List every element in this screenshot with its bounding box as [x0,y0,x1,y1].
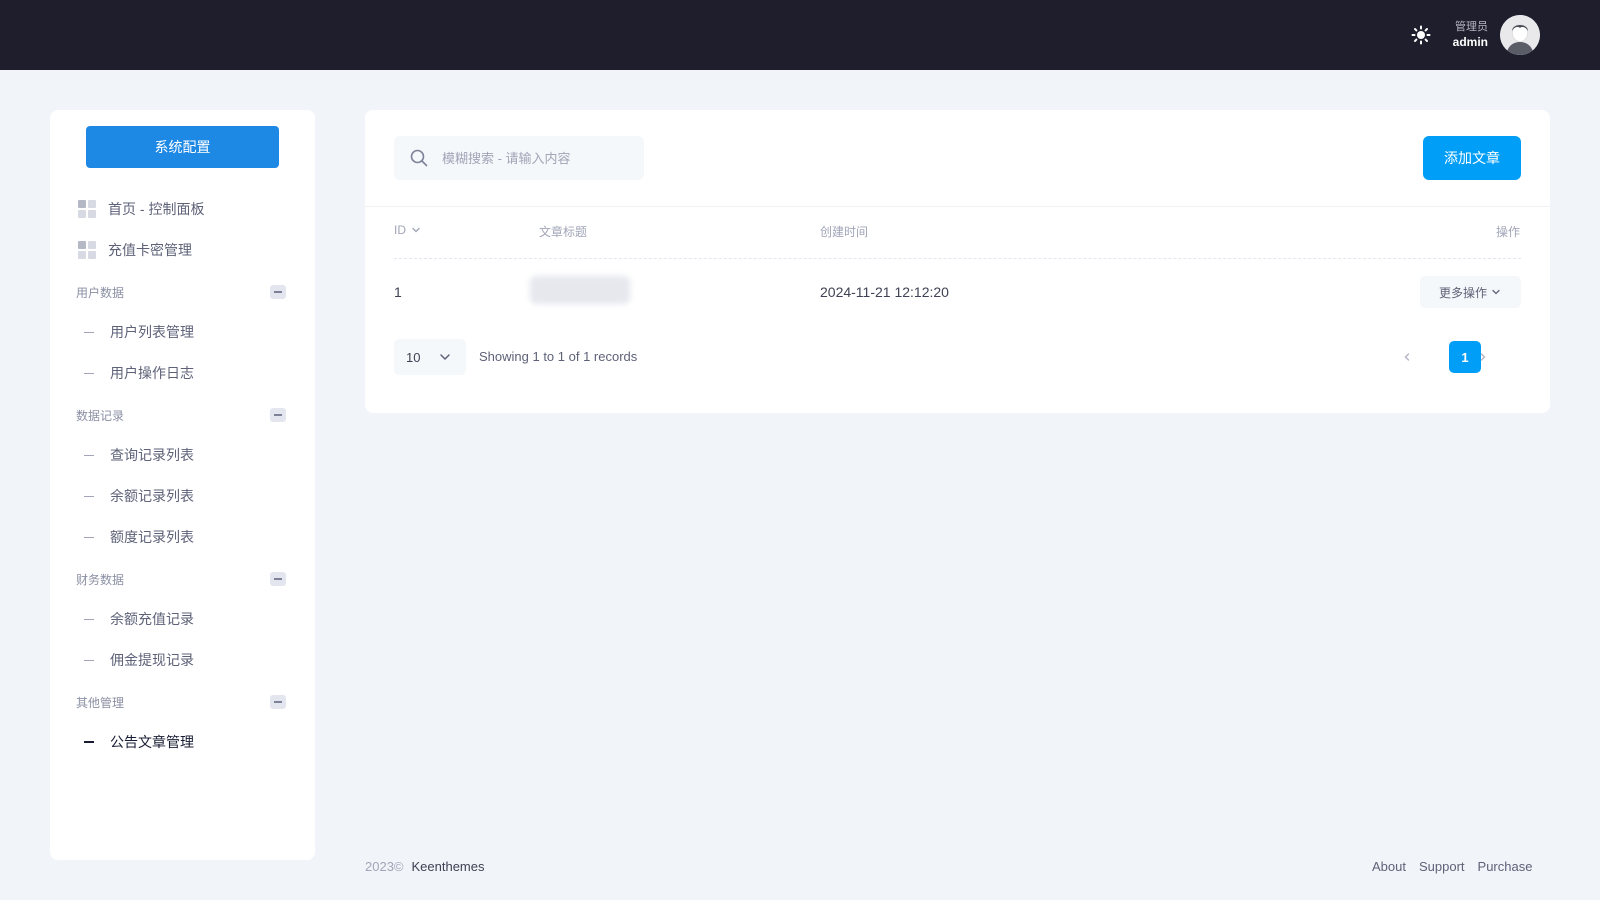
collapse-icon[interactable] [270,408,286,422]
avatar[interactable] [1500,15,1540,55]
dash-icon [84,454,94,456]
sidebar-item-label: 用户列表管理 [110,324,194,340]
collapse-icon[interactable] [270,285,286,299]
top-header: 管理员 admin [0,0,1600,70]
sidebar-item-label: 余额充值记录 [110,611,194,627]
next-page-button[interactable] [1469,341,1497,373]
section-title: 用户数据 [76,285,125,300]
column-header-created: 创建时间 [820,225,869,239]
user-avatar-icon [1500,15,1540,55]
search-icon [410,149,428,167]
add-article-button[interactable]: 添加文章 [1423,136,1521,180]
section-data-records[interactable]: 数据记录 [76,405,286,425]
column-header-actions: 操作 [1496,225,1521,239]
sidebar-item-user-list[interactable]: 用户列表管理 [84,321,194,343]
user-role: 管理员 [1455,21,1488,33]
sidebar-item-withdraw-records[interactable]: 佣金提现记录 [84,649,194,671]
sidebar-item-user-logs[interactable]: 用户操作日志 [84,362,194,384]
sidebar-item-label: 用户操作日志 [110,365,194,381]
sidebar-item-recharge-records[interactable]: 余额充值记录 [84,608,194,630]
sun-icon [1411,25,1431,45]
chevron-left-icon [1404,353,1410,361]
sidebar: 系统配置 首页 - 控制面板 充值卡密管理 用户数据 用户列表管理 用户操作日志… [50,110,315,860]
search-input[interactable] [442,150,632,166]
user-info: 管理员 admin [1448,20,1488,50]
sidebar-item-label: 佣金提现记录 [110,652,194,668]
sidebar-item-label: 充值卡密管理 [108,242,192,258]
chevron-down-icon [1492,289,1500,295]
footer-year: 2023© [365,859,404,874]
chevron-down-icon [440,354,450,361]
footer-copyright: 2023© Keenthemes [365,859,485,874]
dash-icon [84,372,94,374]
section-finance-data[interactable]: 财务数据 [76,569,286,589]
row-divider [394,258,1521,259]
footer-link-purchase[interactable]: Purchase [1478,859,1533,874]
footer-brand-link[interactable]: Keenthemes [412,859,485,874]
sidebar-item-quota-records[interactable]: 额度记录列表 [84,526,194,548]
articles-card: 添加文章 ID 文章标题 创建时间 操作 1 2024-11-21 12:12:… [365,110,1550,413]
page-size-select[interactable]: 10 [394,339,466,375]
prev-page-button[interactable] [1393,341,1421,373]
theme-toggle-button[interactable] [1408,22,1434,48]
system-config-button[interactable]: 系统配置 [86,126,279,168]
dash-icon [84,495,94,497]
more-actions-button[interactable]: 更多操作 [1420,276,1521,308]
collapse-icon[interactable] [270,572,286,586]
sidebar-item-label: 首页 - 控制面板 [108,201,205,217]
section-title: 数据记录 [76,408,125,423]
dash-icon [84,331,94,333]
sidebar-item-label: 公告文章管理 [110,734,194,750]
search-box[interactable] [394,136,644,180]
footer-link-about[interactable]: About [1372,859,1406,874]
sidebar-item-query-records[interactable]: 查询记录列表 [84,444,194,466]
more-actions-label: 更多操作 [1438,285,1487,300]
sidebar-item-dashboard[interactable]: 首页 - 控制面板 [78,197,204,221]
dash-icon [84,536,94,538]
sidebar-item-label: 余额记录列表 [110,488,194,504]
column-header-id[interactable]: ID [394,223,422,237]
sidebar-item-announcements[interactable]: 公告文章管理 [84,731,194,753]
section-user-data[interactable]: 用户数据 [76,282,286,302]
chevron-right-icon [1480,353,1486,361]
page-size-value: 10 [406,349,421,365]
column-header-title: 文章标题 [539,225,588,239]
dashboard-grid-icon [78,200,96,218]
dash-icon [84,618,94,620]
user-name: admin [1452,35,1488,49]
sidebar-item-balance-records[interactable]: 余额记录列表 [84,485,194,507]
section-title: 其他管理 [76,695,125,710]
sidebar-item-label: 查询记录列表 [110,447,194,463]
footer-link-support[interactable]: Support [1419,859,1465,874]
dashboard-grid-icon [78,241,96,259]
sidebar-item-label: 额度记录列表 [110,529,194,545]
cell-id: 1 [394,284,402,300]
sidebar-item-recharge-cards[interactable]: 充值卡密管理 [78,238,192,262]
section-other-management[interactable]: 其他管理 [76,692,286,712]
footer-links: About Support Purchase [1372,859,1532,874]
chevron-down-icon [412,227,420,233]
cell-title-blurred [530,276,630,304]
collapse-icon[interactable] [270,695,286,709]
cell-created-time: 2024-11-21 12:12:20 [820,284,949,300]
dash-icon [84,659,94,661]
column-header-label: ID [394,223,406,237]
records-info: Showing 1 to 1 of 1 records [479,349,638,364]
dash-icon [84,741,94,743]
divider [365,206,1550,207]
section-title: 财务数据 [76,572,125,587]
